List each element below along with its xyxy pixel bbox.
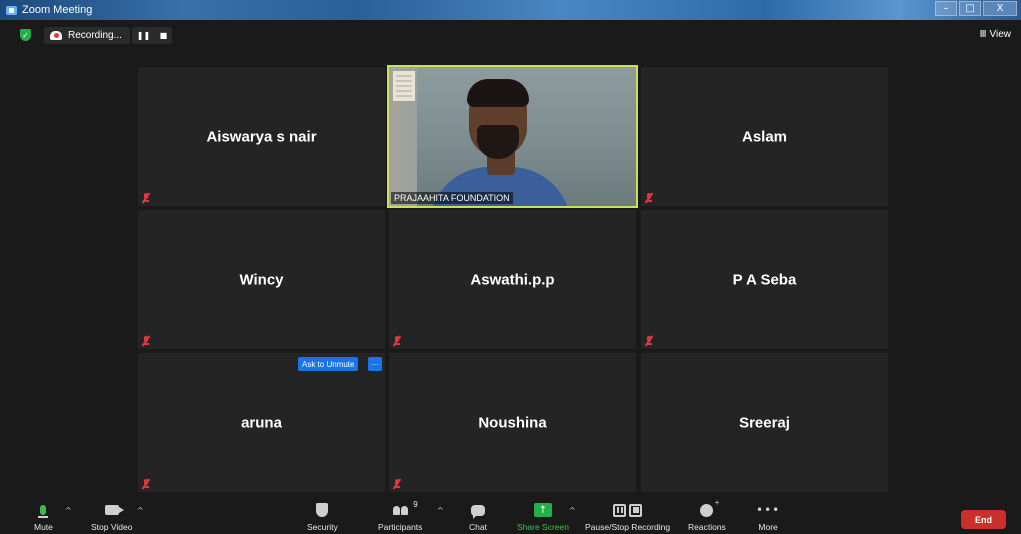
video-camera-icon [104,505,124,515]
stop-video-label: Stop Video [91,522,133,532]
pause-stop-recording-label: Pause/Stop Recording [585,522,671,532]
security-shield-icon [316,503,329,517]
participant-tile[interactable]: Aswathi.p.p [389,210,636,349]
pause-stop-recording-button[interactable]: Pause/Stop Recording [585,502,670,532]
muted-mic-icon [141,192,151,204]
view-label: View [989,29,1012,40]
muted-mic-icon [141,335,151,347]
stop-video-button[interactable]: Stop Video [91,502,132,532]
participant-tile[interactable]: P A Seba [641,210,888,349]
participant-tile[interactable]: Sreeraj [641,353,888,492]
participant-name: Aiswarya s nair [206,128,317,145]
muted-mic-icon [644,335,654,347]
participants-icon [392,505,408,515]
share-screen-icon: ↑ [533,503,552,517]
more-button[interactable]: ••• More [756,502,780,532]
end-meeting-button[interactable]: End [961,510,1006,529]
recording-indicator: Recording... [44,27,130,44]
chat-button[interactable]: Chat [469,502,487,532]
maximize-button[interactable]: □ [959,1,981,16]
view-button[interactable]: Ⅲ View [980,29,1011,40]
pause-stop-recording-icon [613,503,643,517]
share-screen-button[interactable]: ↑ Share Screen [517,502,569,532]
reactions-button[interactable]: Reactions [688,498,726,533]
gallery-grid: Aiswarya s nair PRAJAAHITA FOUNDATION As… [138,65,888,492]
security-button[interactable]: Security [307,502,338,532]
participants-button[interactable]: 9 Participants [378,500,423,532]
participant-tile[interactable]: Noushina [389,353,636,492]
muted-mic-icon [141,478,151,490]
participant-tile[interactable]: Wincy [138,210,385,349]
more-dots-icon: ••• [756,503,781,517]
stop-recording-icon[interactable]: ■ [160,31,168,40]
muted-mic-icon [644,192,654,204]
share-screen-label: Share Screen [517,522,569,532]
participant-name: Noushina [478,414,547,431]
close-button[interactable]: X [983,1,1017,16]
muted-mic-icon [392,335,402,347]
chat-bubble-icon [470,504,485,519]
participant-name: P A Seba [732,271,797,288]
ask-to-unmute-button[interactable]: Ask to Unmute [298,357,359,371]
participant-name: PRAJAAHITA FOUNDATION [391,192,513,204]
participant-name: aruna [241,414,282,431]
window-controls: – □ X [935,1,1017,16]
encryption-shield-icon[interactable]: ✓ [20,29,31,41]
tile-more-button[interactable]: ··· [368,357,382,371]
meeting-toolbar: Mute ^ Stop Video ^ Security 9 Participa… [0,498,1021,534]
minimize-button[interactable]: – [935,1,957,16]
participant-name: Aslam [741,128,788,145]
pause-recording-icon[interactable]: ❚❚ [137,31,150,40]
participants-label: Participants [378,522,423,532]
mute-button[interactable]: Mute [34,502,53,532]
cloud-recording-icon [50,31,62,40]
participant-name: Sreeraj [739,414,790,431]
video-options-caret[interactable]: ^ [137,506,144,515]
participant-tile[interactable]: Aslam [641,67,888,206]
participant-name: Aswathi.p.p [470,271,555,288]
recording-controls: ❚❚ ■ [132,27,172,44]
chat-label: Chat [469,522,487,532]
security-label: Security [307,522,338,532]
window-title: Zoom Meeting [22,4,93,16]
active-speaker-video-tile[interactable]: PRAJAAHITA FOUNDATION [387,65,638,208]
zoom-app-icon [6,5,17,15]
more-label: More [758,522,778,532]
gallery-grid-icon: Ⅲ [979,29,987,40]
muted-mic-icon [392,478,402,490]
participants-options-caret[interactable]: ^ [437,506,444,515]
wall-calendar-image [393,71,415,101]
mute-label: Mute [34,522,53,532]
audio-options-caret[interactable]: ^ [65,506,72,515]
microphone-icon [38,505,49,518]
meeting-topbar: ✓ Recording... ❚❚ ■ Ⅲ View [0,26,1021,46]
participants-count: 9 [413,500,418,509]
reactions-label: Reactions [688,522,726,532]
recording-label: Recording... [68,30,122,41]
window-titlebar: Zoom Meeting – □ X [0,0,1021,20]
participant-tile[interactable]: Aiswarya s nair [138,67,385,206]
participant-name: Wincy [239,271,284,288]
participant-tile[interactable]: Ask to Unmute ··· aruna [138,353,385,492]
smiley-reaction-icon [700,498,719,517]
share-options-caret[interactable]: ^ [569,506,576,515]
